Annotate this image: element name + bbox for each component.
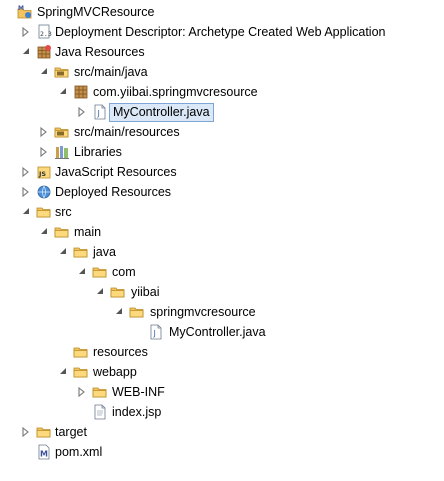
expand-chevron-icon[interactable] bbox=[38, 142, 50, 162]
collapse-chevron-icon[interactable] bbox=[57, 82, 69, 102]
tree-item-label: Libraries bbox=[74, 145, 122, 159]
folder-icon bbox=[73, 344, 89, 360]
tree-item-resources[interactable]: resources bbox=[0, 342, 444, 362]
tree-item-label: Deployed Resources bbox=[55, 185, 172, 199]
web-project-icon bbox=[17, 4, 33, 20]
tree-item-com[interactable]: com bbox=[0, 262, 444, 282]
tree-item-label: WEB-INF bbox=[112, 385, 165, 399]
tree-item-javascript-resources[interactable]: JavaScript Resources bbox=[0, 162, 444, 182]
java-resources-icon bbox=[36, 44, 52, 60]
deployment-descriptor-icon bbox=[36, 24, 52, 40]
tree-item-java[interactable]: java bbox=[0, 242, 444, 262]
tree-item-deployed-resources[interactable]: Deployed Resources bbox=[0, 182, 444, 202]
tree-item-package[interactable]: com.yiibai.springmvcresource bbox=[0, 82, 444, 102]
expand-chevron-icon[interactable] bbox=[20, 162, 32, 182]
tree-item-label: resources bbox=[93, 345, 148, 359]
tree-item-pom[interactable]: pom.xml bbox=[0, 442, 444, 462]
tree-item-label: src/main/java bbox=[74, 65, 148, 79]
jsp-file-icon bbox=[92, 404, 108, 420]
package-icon bbox=[73, 84, 89, 100]
folder-icon bbox=[73, 364, 89, 380]
expand-chevron-icon[interactable] bbox=[20, 22, 32, 42]
java-file-icon bbox=[92, 104, 108, 120]
collapse-chevron-icon[interactable] bbox=[76, 262, 88, 282]
tree-item-src-main-java[interactable]: src/main/java bbox=[0, 62, 444, 82]
tree-item-main[interactable]: main bbox=[0, 222, 444, 242]
tree-item-web-inf[interactable]: WEB-INF bbox=[0, 382, 444, 402]
collapse-chevron-icon[interactable] bbox=[57, 362, 69, 382]
tree-item-src-main-resources[interactable]: src/main/resources bbox=[0, 122, 444, 142]
tree-item-deployment-descriptor[interactable]: Deployment Descriptor: Archetype Created… bbox=[0, 22, 444, 42]
javascript-resources-icon bbox=[36, 164, 52, 180]
folder-icon bbox=[92, 264, 108, 280]
tree-item-label: com bbox=[112, 265, 136, 279]
tree-item-label: target bbox=[55, 425, 87, 439]
tree-item-webapp[interactable]: webapp bbox=[0, 362, 444, 382]
tree-item-yiibai[interactable]: yiibai bbox=[0, 282, 444, 302]
java-file-icon bbox=[148, 324, 164, 340]
collapse-chevron-icon[interactable] bbox=[38, 222, 50, 242]
tree-item-index-jsp[interactable]: index.jsp bbox=[0, 402, 444, 422]
tree-item-label: MyController.java bbox=[109, 103, 214, 122]
tree-item-label: java bbox=[93, 245, 116, 259]
tree-item-label: JavaScript Resources bbox=[55, 165, 177, 179]
tree-item-label: com.yiibai.springmvcresource bbox=[93, 85, 258, 99]
expand-chevron-icon[interactable] bbox=[20, 182, 32, 202]
folder-icon bbox=[110, 284, 126, 300]
tree-item-label: src bbox=[55, 205, 72, 219]
expand-chevron-icon[interactable] bbox=[38, 122, 50, 142]
tree-item-label: src/main/resources bbox=[74, 125, 180, 139]
tree-item-label: springmvcresource bbox=[150, 305, 256, 319]
source-folder-icon bbox=[54, 64, 70, 80]
tree-item-src[interactable]: src bbox=[0, 202, 444, 222]
tree-item-label: yiibai bbox=[131, 285, 160, 299]
folder-icon bbox=[36, 204, 52, 220]
expand-chevron-icon[interactable] bbox=[76, 382, 88, 402]
tree-item-label: main bbox=[74, 225, 102, 239]
tree-item-libraries[interactable]: Libraries bbox=[0, 142, 444, 162]
source-folder-icon bbox=[54, 124, 70, 140]
tree-item-label: SpringMVCResource bbox=[37, 5, 155, 19]
folder-icon bbox=[92, 384, 108, 400]
tree-item-label: Deployment Descriptor: Archetype Created… bbox=[55, 25, 386, 39]
tree-item-mycontroller[interactable]: MyController.java bbox=[0, 322, 444, 342]
collapse-chevron-icon[interactable] bbox=[94, 282, 106, 302]
collapse-chevron-icon[interactable] bbox=[38, 62, 50, 82]
folder-icon bbox=[36, 424, 52, 440]
tree-item-label: webapp bbox=[93, 365, 137, 379]
tree-item-target[interactable]: target bbox=[0, 422, 444, 442]
folder-icon bbox=[129, 304, 145, 320]
tree-item-mycontroller-selected[interactable]: MyController.java bbox=[0, 102, 444, 122]
tree-item-label: index.jsp bbox=[112, 405, 162, 419]
collapse-chevron-icon[interactable] bbox=[20, 42, 32, 62]
tree-item-java-resources[interactable]: Java Resources bbox=[0, 42, 444, 62]
project-explorer-tree: SpringMVCResource Deployment Descriptor:… bbox=[0, 0, 444, 481]
expand-chevron-icon[interactable] bbox=[20, 422, 32, 442]
tree-item-springmvcresource[interactable]: springmvcresource bbox=[0, 302, 444, 322]
expand-chevron-icon[interactable] bbox=[76, 102, 88, 122]
tree-item-project[interactable]: SpringMVCResource bbox=[0, 2, 444, 22]
folder-icon bbox=[73, 244, 89, 260]
deployed-resources-icon bbox=[36, 184, 52, 200]
maven-pom-icon bbox=[36, 444, 52, 460]
folder-icon bbox=[54, 224, 70, 240]
tree-item-label: Java Resources bbox=[55, 45, 145, 59]
collapse-chevron-icon[interactable] bbox=[57, 242, 69, 262]
tree-item-label: pom.xml bbox=[55, 445, 103, 459]
tree-item-label: MyController.java bbox=[169, 325, 266, 339]
collapse-chevron-icon[interactable] bbox=[113, 302, 125, 322]
collapse-chevron-icon[interactable] bbox=[20, 202, 32, 222]
libraries-icon bbox=[54, 144, 70, 160]
